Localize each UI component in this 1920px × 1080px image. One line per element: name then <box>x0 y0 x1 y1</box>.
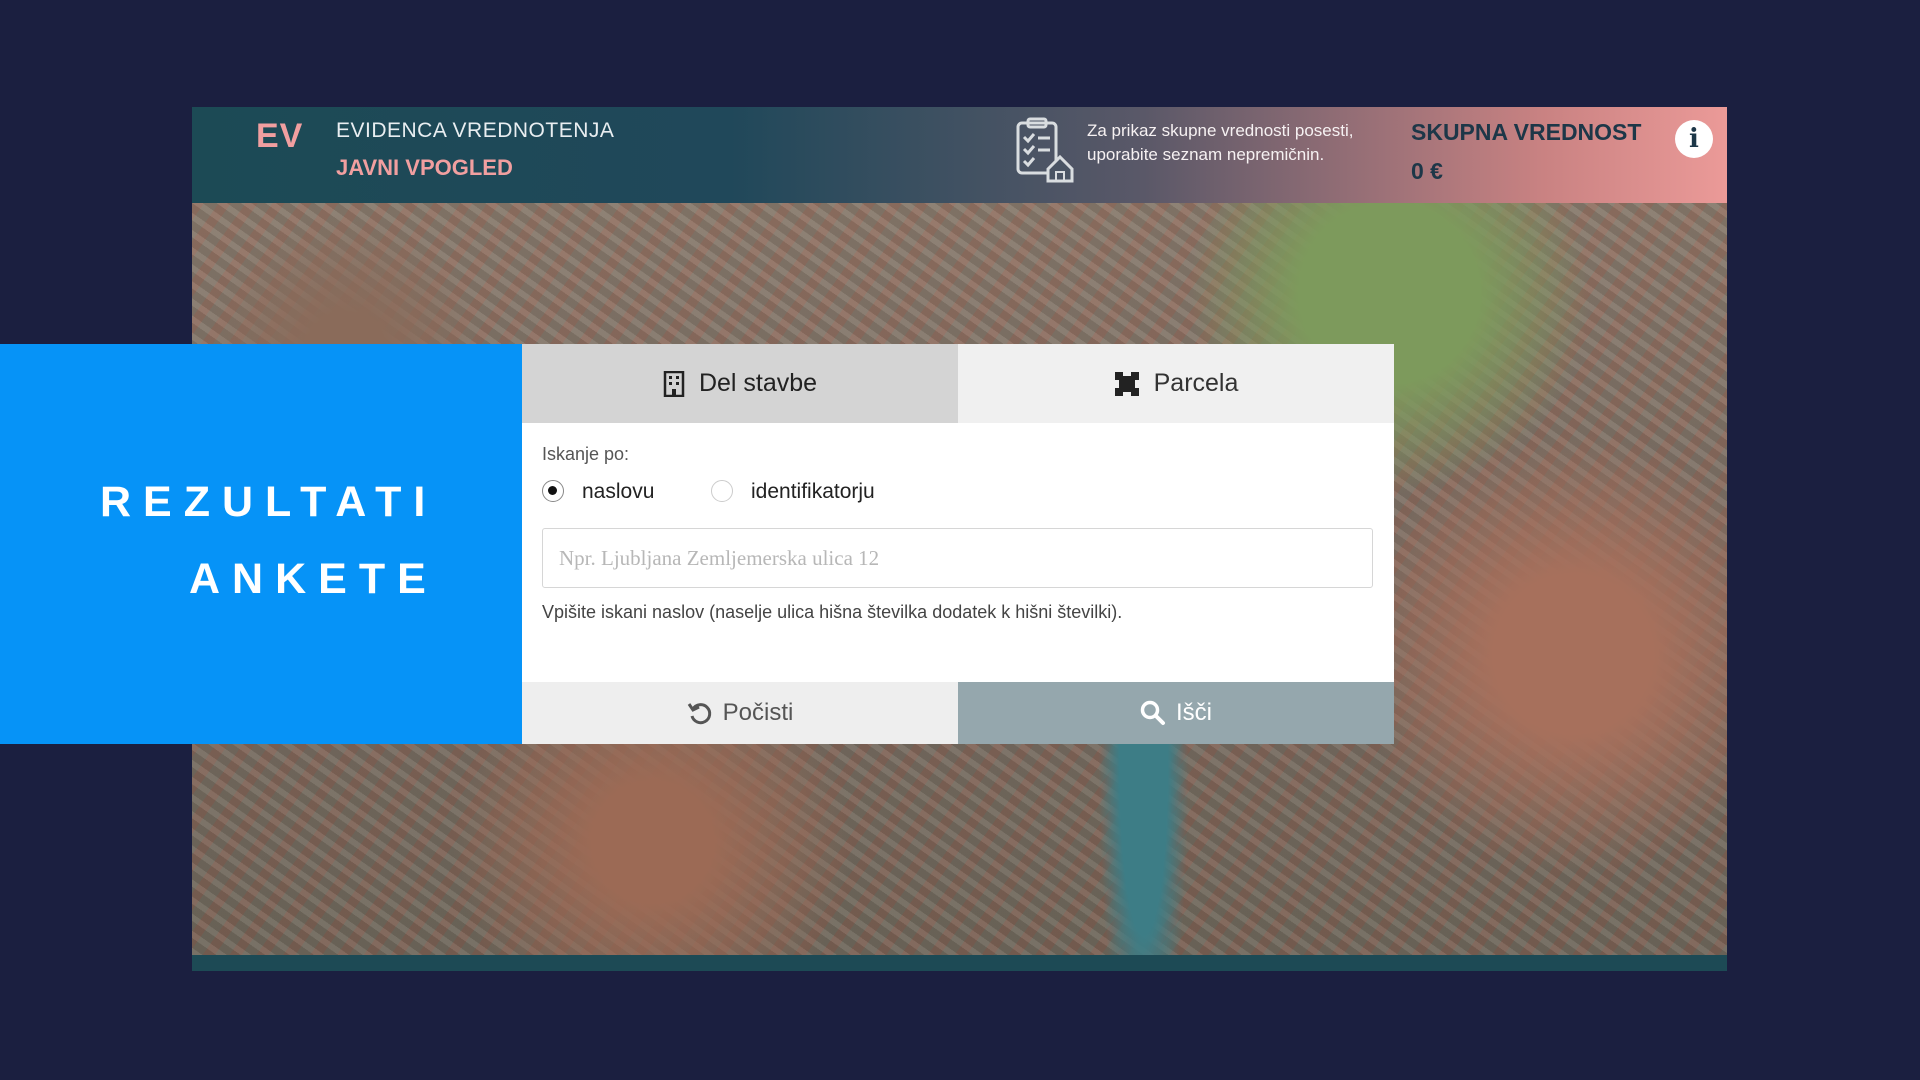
tab-parcel[interactable]: Parcela <box>958 344 1394 423</box>
radio-address-label[interactable]: naslovu <box>582 480 654 504</box>
search-by-label: Iskanje po: <box>542 444 630 464</box>
total-value-hint: Za prikaz skupne vrednosti posesti, upor… <box>1087 121 1354 164</box>
app-logo[interactable]: EV <box>256 117 303 156</box>
bottom-strip <box>192 955 1727 971</box>
info-button[interactable]: i <box>1675 120 1713 158</box>
search-icon <box>1140 700 1165 725</box>
radio-identifier[interactable] <box>711 480 733 502</box>
total-value-amount: 0 € <box>1411 158 1443 184</box>
app-header: EV EVIDENCA VREDNOTENJA JAVNI VPOGLED Za… <box>192 107 1727 203</box>
tab-building-part[interactable]: Del stavbe <box>522 344 958 423</box>
search-button-label: Išči <box>1176 699 1212 726</box>
overlay-title-line1: REZULTATI <box>100 478 438 526</box>
overlay-panel <box>0 344 522 744</box>
search-button[interactable]: Išči <box>958 682 1394 744</box>
building-icon <box>663 370 685 397</box>
reset-icon <box>687 703 711 725</box>
app-subtitle: JAVNI VPOGLED <box>336 155 513 180</box>
total-value-label: SKUPNA VREDNOST <box>1411 119 1642 145</box>
app-title: EVIDENCA VREDNOTENJA <box>336 119 615 142</box>
search-card: Del stavbe Parcela Iskanje po: naslovu i… <box>522 344 1394 744</box>
overlay-title-line2: ANKETE <box>189 555 438 603</box>
parcel-icon <box>1114 371 1139 396</box>
reset-button-label: Počisti <box>722 699 794 726</box>
search-help-text: Vpišite iskani naslov (naselje ulica hiš… <box>542 602 1123 622</box>
tab-building-part-label: Del stavbe <box>698 369 818 397</box>
radio-identifier-label[interactable]: identifikatorju <box>751 480 875 504</box>
radio-address[interactable] <box>542 480 564 502</box>
address-search-input[interactable] <box>542 528 1373 588</box>
reset-button[interactable]: Počisti <box>522 682 958 744</box>
tab-parcel-label: Parcela <box>1153 369 1239 397</box>
property-list-icon[interactable] <box>1010 117 1074 183</box>
